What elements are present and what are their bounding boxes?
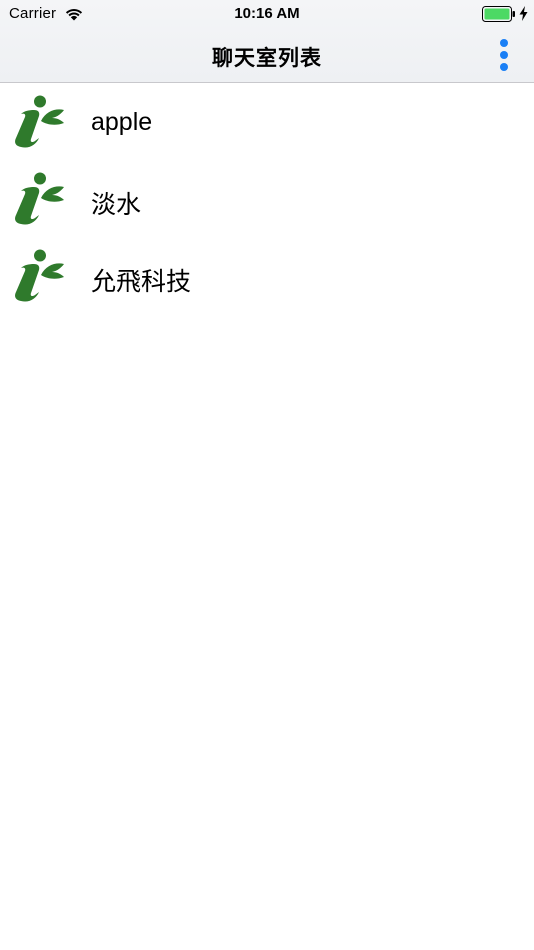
more-options-button[interactable]	[490, 36, 518, 72]
chat-room-name: 淡水	[91, 191, 142, 219]
leaf-logo-icon	[15, 249, 64, 302]
leaf-logo-icon	[15, 172, 64, 225]
more-vertical-icon	[500, 51, 508, 59]
page-title: 聊天室列表	[212, 47, 322, 70]
battery-icon	[482, 6, 515, 22]
bolt-icon	[519, 6, 528, 21]
chat-room-item[interactable]: apple	[0, 83, 534, 160]
chat-room-name: 允飛科技	[91, 268, 192, 296]
leaf-logo-icon	[15, 95, 64, 148]
status-time: 10:16 AM	[234, 5, 300, 22]
chat-room-name: apple	[91, 108, 153, 136]
chat-room-list: apple 淡水 允飛科技	[0, 83, 534, 314]
chat-room-item[interactable]: 允飛科技	[0, 237, 534, 314]
navigation-bar: 聊天室列表	[0, 28, 534, 83]
more-vertical-icon	[500, 63, 508, 71]
top-bar: Carrier 10:16 AM 聊天室列表	[0, 0, 534, 83]
chat-room-item[interactable]: 淡水	[0, 160, 534, 237]
more-vertical-icon	[500, 39, 508, 47]
status-bar: Carrier 10:16 AM	[0, 0, 534, 28]
screen: Carrier 10:16 AM 聊天室列表 apple 淡水 允飛科技	[0, 0, 534, 950]
